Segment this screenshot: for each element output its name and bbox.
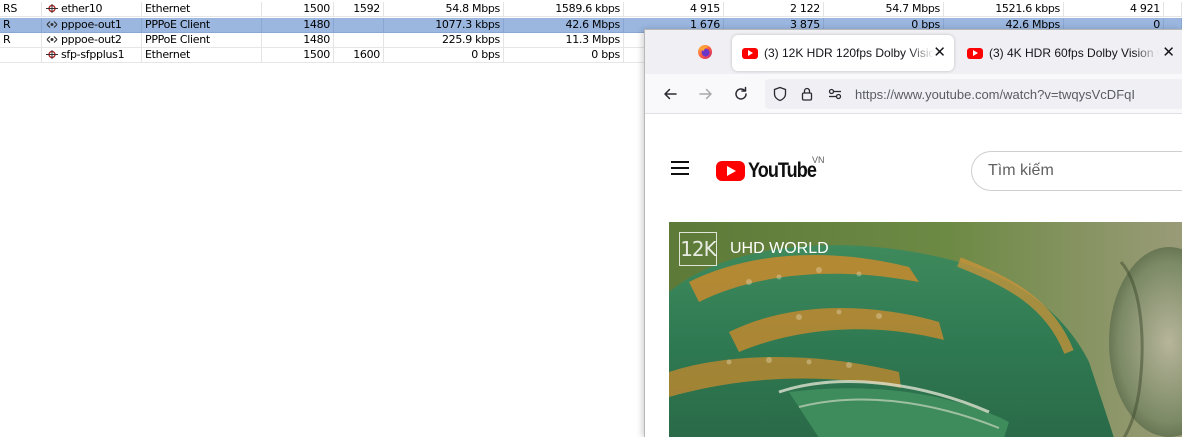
close-tab-icon[interactable]: ✕ — [933, 45, 946, 60]
back-arrow-icon — [664, 88, 677, 100]
l2mtu-cell — [334, 33, 384, 48]
reload-icon — [735, 86, 747, 100]
fp-rx-cell: 1521.6 kbps — [944, 2, 1064, 17]
country-code: VN — [812, 155, 825, 165]
tx-cell: 0 bps — [384, 48, 504, 63]
ethernet-port-icon — [46, 50, 58, 59]
name-cell: pppoe-out1 — [42, 18, 142, 33]
watermark-text: UHD WORLD — [730, 240, 829, 257]
rx-packets-cell: 2 122 — [724, 2, 824, 17]
mtu-cell: 1500 — [262, 48, 334, 63]
tab-strip: (3) 12K HDR 120fps Dolby Vision ✕ (3) 4K… — [645, 30, 1182, 74]
back-button[interactable] — [659, 83, 681, 105]
site-permissions-icon[interactable] — [827, 86, 843, 102]
navigation-toolbar: https://www.youtube.com/watch?v=twqysVcD… — [645, 74, 1182, 114]
youtube-logo[interactable]: YouTube — [716, 159, 827, 183]
rx-cell: 11.3 Mbps — [504, 33, 624, 48]
flag-cell — [0, 48, 42, 63]
tracking-protection-shield-icon[interactable] — [772, 86, 788, 102]
tab-youtube-12k[interactable]: (3) 12K HDR 120fps Dolby Vision ✕ — [732, 35, 954, 71]
url-text[interactable]: https://www.youtube.com/watch?v=twqysVcD… — [855, 87, 1135, 102]
video-player[interactable]: 12K UHD WORLD — [669, 222, 1182, 437]
l2mtu-cell: 1592 — [334, 2, 384, 17]
l2mtu-cell: 1600 — [334, 48, 384, 63]
interface-name: ether10 — [61, 2, 103, 15]
channel-watermark: 12K UHD WORLD — [679, 232, 829, 266]
ethernet-port-icon — [46, 4, 58, 13]
rx-cell: 1589.6 kbps — [504, 2, 624, 17]
youtube-play-logo-icon — [716, 161, 745, 181]
reload-button[interactable] — [730, 83, 752, 105]
search-input[interactable] — [988, 162, 1178, 180]
lock-icon[interactable] — [799, 86, 815, 102]
youtube-wordmark: YouTube — [748, 159, 817, 182]
tx-cell: 1077.3 kbps — [384, 18, 504, 33]
tx-cell: 225.9 kbps — [384, 33, 504, 48]
youtube-masthead: YouTube VN — [645, 114, 1182, 198]
url-bar[interactable]: https://www.youtube.com/watch?v=twqysVcD… — [765, 79, 1182, 109]
name-cell: pppoe-out2 — [42, 33, 142, 48]
rx-cell: 42.6 Mbps — [504, 18, 624, 33]
interface-name: pppoe-out2 — [61, 33, 122, 46]
tab-youtube-4k[interactable]: (3) 4K HDR 60fps Dolby Vision w ✕ — [957, 35, 1182, 71]
watermark-badge: 12K — [679, 232, 717, 266]
extra-cell — [1164, 2, 1182, 17]
youtube-favicon-icon — [742, 47, 758, 59]
menu-hamburger-icon[interactable] — [671, 161, 691, 177]
interface-name: sfp-sfpplus1 — [61, 48, 125, 61]
tab-title: (3) 4K HDR 60fps Dolby Vision w — [989, 46, 1159, 60]
flag-cell: R — [0, 18, 42, 33]
pppoe-tunnel-icon — [46, 36, 58, 43]
l2mtu-cell — [334, 18, 384, 33]
pppoe-tunnel-icon — [46, 21, 58, 28]
tab-title: (3) 12K HDR 120fps Dolby Vision — [764, 46, 934, 60]
rx-cell: 0 bps — [504, 48, 624, 63]
fp-tx-cell: 54.7 Mbps — [824, 2, 944, 17]
flag-cell: R — [0, 33, 42, 48]
table-row[interactable]: RS ether10 Ethernet 1500 1592 54.8 Mbps … — [0, 2, 1182, 17]
name-cell: sfp-sfpplus1 — [42, 48, 142, 63]
firefox-view-button[interactable] — [691, 40, 719, 64]
tx-cell: 54.8 Mbps — [384, 2, 504, 17]
interface-name: pppoe-out1 — [61, 18, 122, 31]
forward-arrow-icon — [699, 88, 712, 100]
type-cell: Ethernet — [142, 48, 262, 63]
mtu-cell: 1480 — [262, 33, 334, 48]
type-cell: Ethernet — [142, 2, 262, 17]
forward-button[interactable] — [695, 83, 717, 105]
type-cell: PPPoE Client — [142, 18, 262, 33]
mtu-cell: 1480 — [262, 18, 334, 33]
youtube-page: YouTube VN Tìm kiếm 12K UHD WORLD — [645, 114, 1182, 437]
tx-packets-cell: 4 915 — [624, 2, 724, 17]
name-cell: ether10 — [42, 2, 142, 17]
fp-tx-packets-cell: 4 921 — [1064, 2, 1164, 17]
close-tab-icon[interactable]: ✕ — [1162, 45, 1175, 60]
search-box[interactable] — [971, 151, 1182, 191]
flag-cell: RS — [0, 2, 42, 17]
type-cell: PPPoE Client — [142, 33, 262, 48]
youtube-favicon-icon — [967, 47, 983, 59]
firefox-icon — [698, 45, 712, 59]
firefox-window: (3) 12K HDR 120fps Dolby Vision ✕ (3) 4K… — [644, 29, 1182, 437]
mtu-cell: 1500 — [262, 2, 334, 17]
